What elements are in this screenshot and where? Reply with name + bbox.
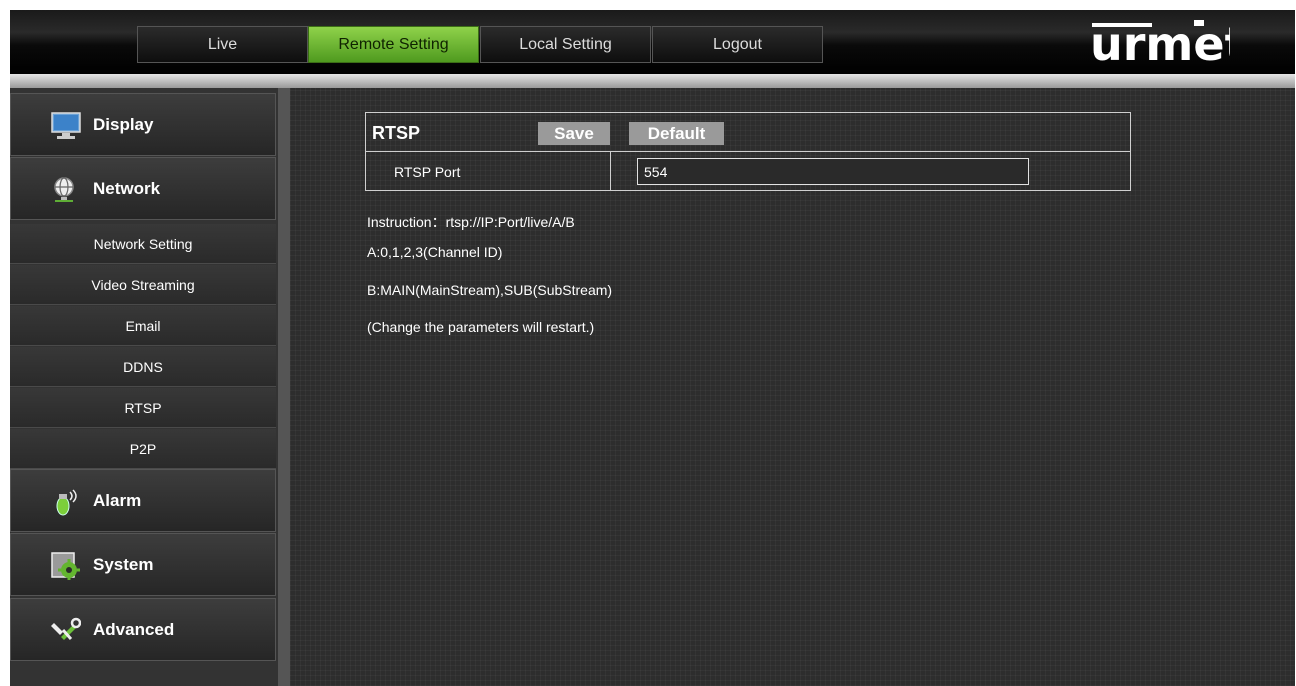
sidebar-item-video-streaming[interactable]: Video Streaming	[10, 265, 276, 305]
nav-live-tab[interactable]: Live	[137, 26, 308, 63]
logo-text: urmet	[1090, 20, 1230, 70]
rtsp-port-label: RTSP Port	[394, 164, 461, 180]
sidebar-category-label: Network	[93, 179, 161, 198]
globe-icon	[54, 177, 74, 202]
sidebar-category-label: Advanced	[93, 620, 175, 639]
restart-note-text: (Change the parameters will restart.)	[367, 319, 595, 335]
rtsp-port-input[interactable]	[637, 158, 1029, 185]
row-divider	[610, 152, 611, 191]
sidebar-category-advanced[interactable]: Advanced	[10, 598, 276, 661]
default-button[interactable]: Default	[629, 122, 724, 145]
rtsp-port-row: RTSP Port	[366, 151, 1130, 191]
sidebar-item-ddns[interactable]: DDNS	[10, 347, 276, 387]
sidebar-item-email[interactable]: Email	[10, 306, 276, 346]
top-navigation-bar: Live Remote Setting Local Setting Logout…	[10, 10, 1295, 74]
nav-logout-tab[interactable]: Logout	[652, 26, 823, 63]
sidebar-category-display[interactable]: Display	[10, 93, 276, 156]
nav-remote-setting-tab[interactable]: Remote Setting	[308, 26, 479, 63]
instruction-text: Instruction：rtsp://IP:Port/live/A/B	[367, 214, 575, 230]
sidebar: Display Network Network Setting Video St…	[10, 88, 290, 686]
system-gear-icon	[51, 552, 80, 580]
sidebar-category-label: Display	[93, 115, 154, 134]
panel-title: RTSP	[372, 123, 421, 143]
sidebar-category-network[interactable]: Network	[10, 157, 276, 220]
sidebar-category-alarm[interactable]: Alarm	[10, 469, 276, 532]
sidebar-item-rtsp[interactable]: RTSP	[10, 388, 276, 428]
sidebar-item-p2p[interactable]: P2P	[10, 429, 276, 469]
stream-type-text: B:MAIN(MainStream),SUB(SubStream)	[367, 282, 613, 298]
sidebar-item-network-setting[interactable]: Network Setting	[10, 224, 276, 264]
nav-local-setting-tab[interactable]: Local Setting	[480, 26, 651, 63]
header-divider-band	[10, 74, 1295, 88]
channel-id-text: A:0,1,2,3(Channel ID)	[367, 244, 503, 260]
sidebar-category-label: Alarm	[93, 491, 142, 510]
panel-header: RTSP Save Default	[366, 113, 1130, 151]
urmet-logo: urmet	[1090, 20, 1230, 70]
sidebar-category-system[interactable]: System	[10, 533, 276, 596]
save-button[interactable]: Save	[538, 122, 610, 145]
main-content: RTSP Save Default RTSP Port Instruction：…	[290, 88, 1295, 686]
sidebar-divider	[278, 88, 290, 686]
wrench-icon	[51, 617, 81, 640]
rtsp-settings-panel: RTSP Save Default RTSP Port	[365, 112, 1131, 191]
alarm-icon	[56, 489, 77, 516]
monitor-icon	[51, 112, 81, 139]
sidebar-category-label: System	[93, 555, 154, 574]
